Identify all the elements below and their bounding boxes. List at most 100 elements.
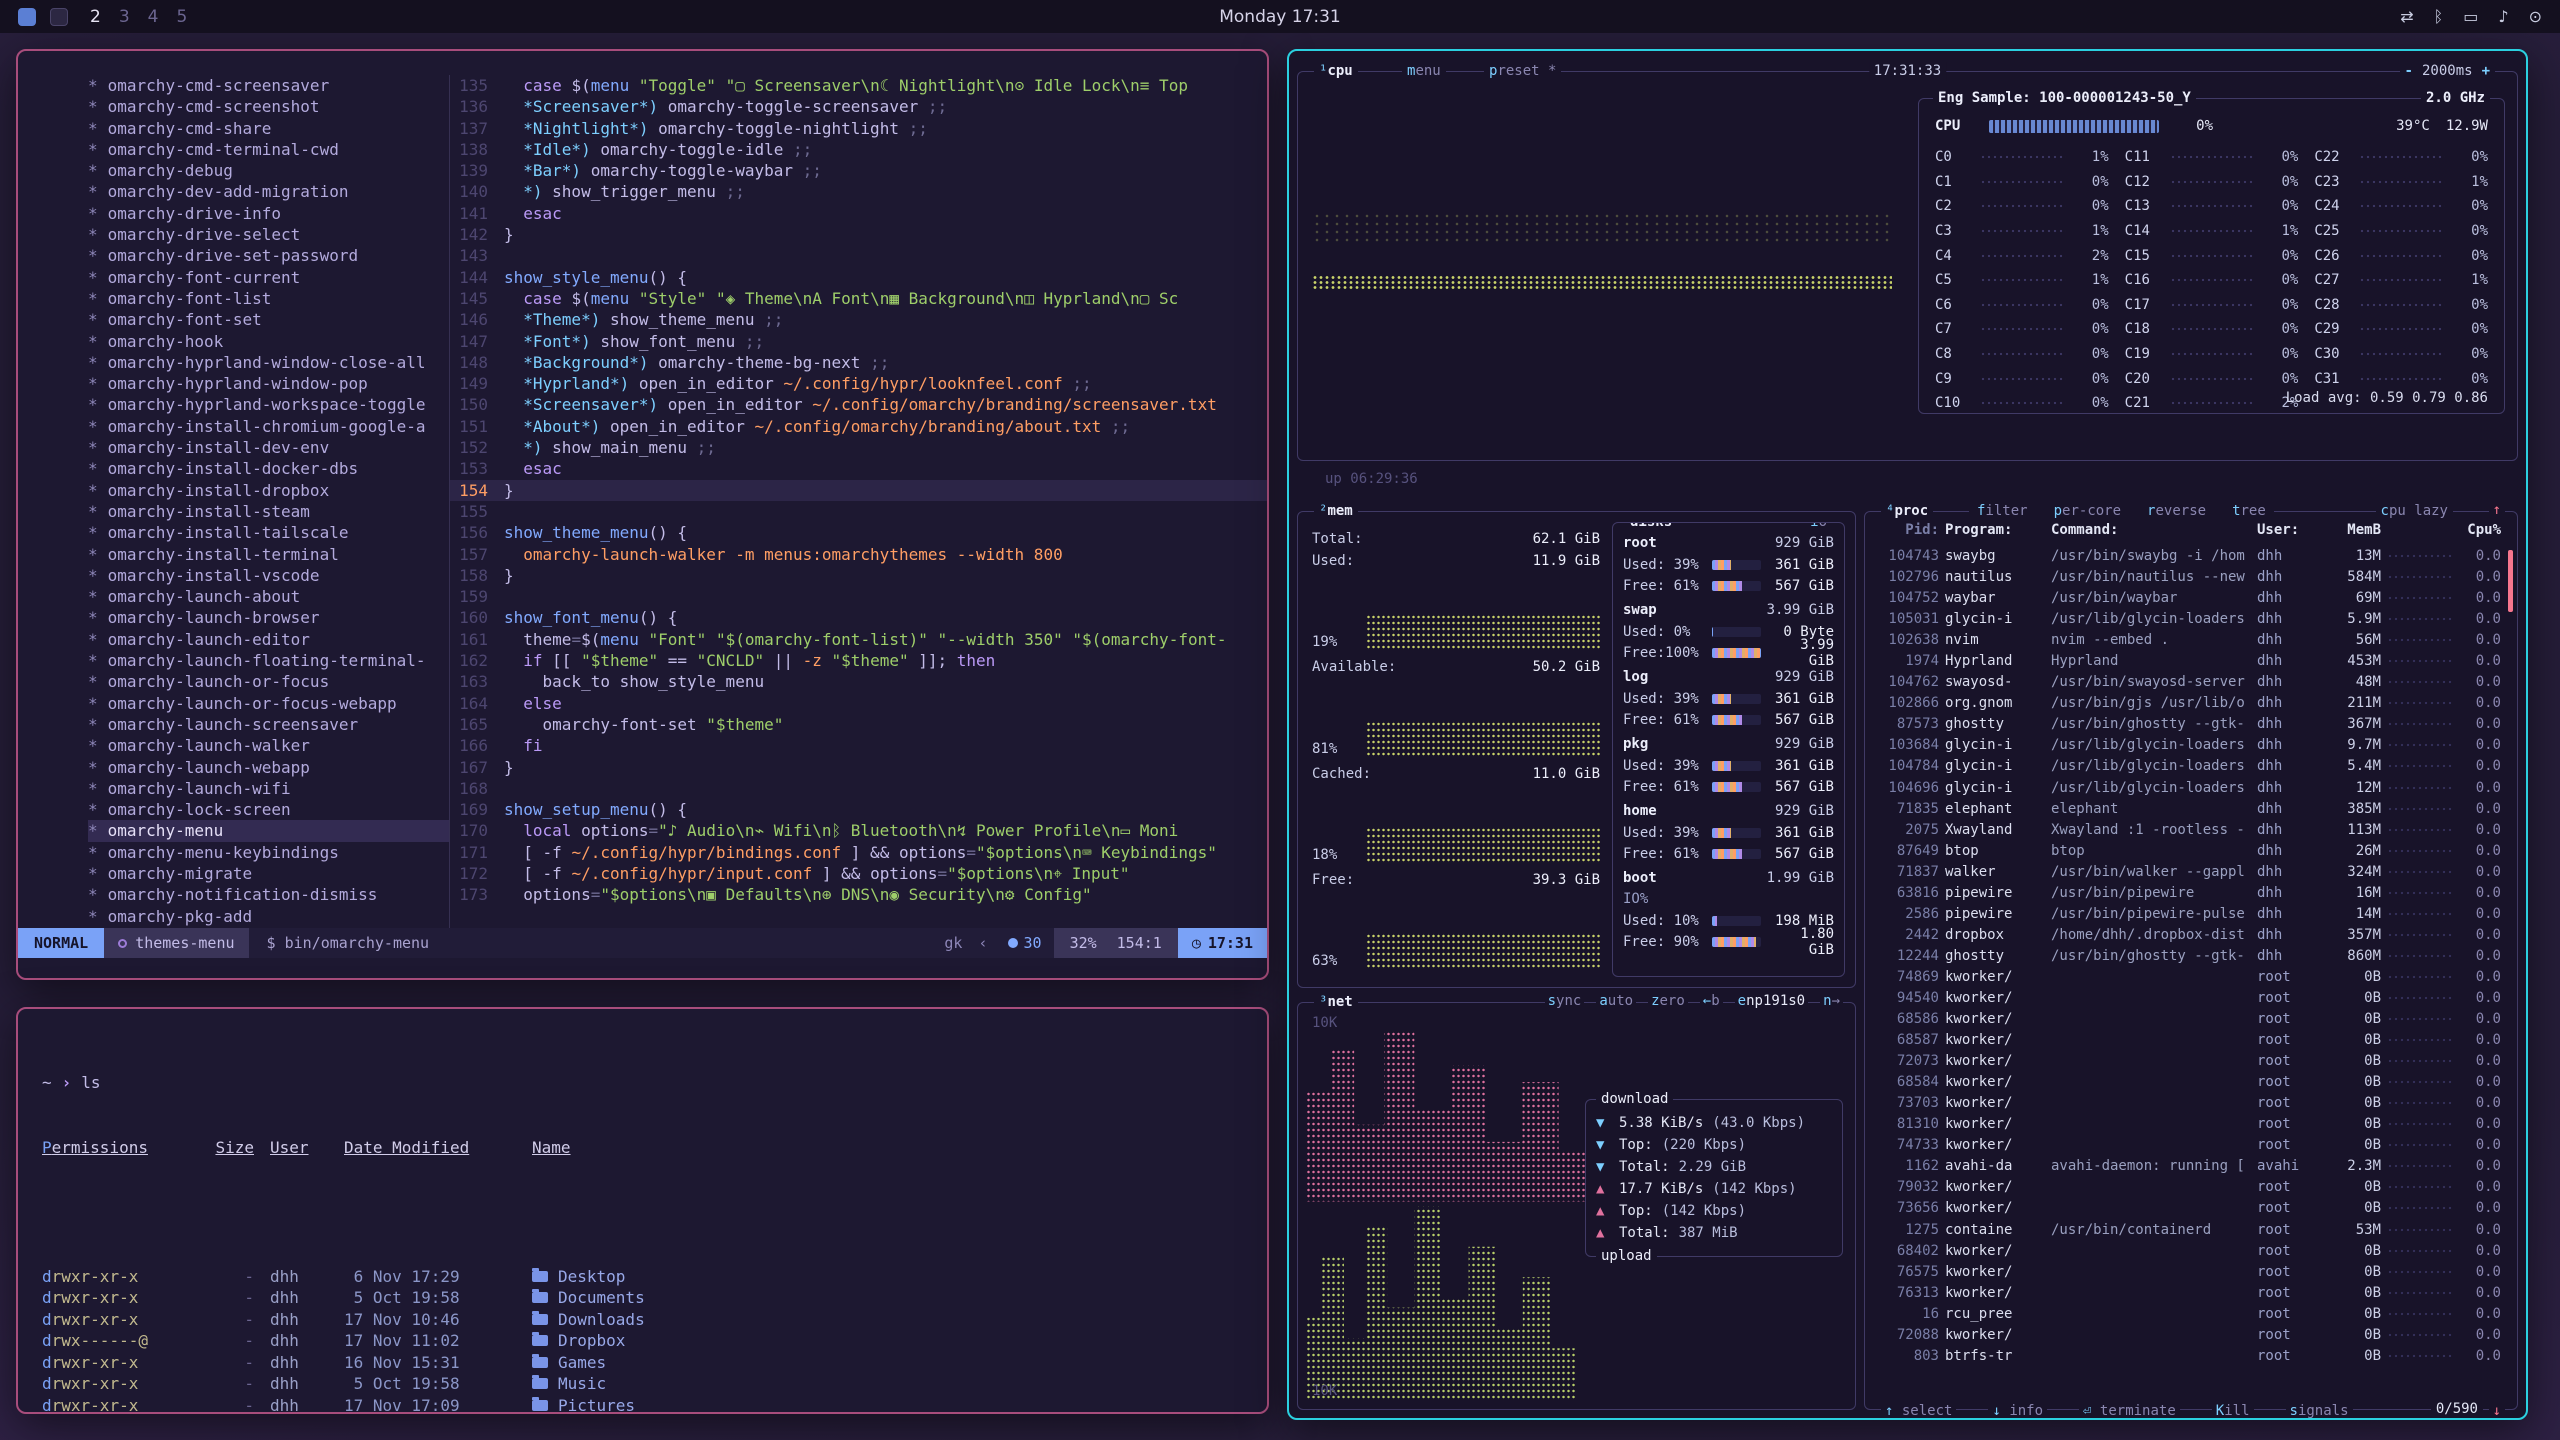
file-item[interactable]: *omarchy-launch-webapp bbox=[88, 757, 449, 778]
file-item[interactable]: *omarchy-install-docker-dbs bbox=[88, 458, 449, 479]
process-row[interactable]: 81310 kworker/ root 0B 0.0 bbox=[1875, 1114, 2501, 1135]
process-row[interactable]: 102866 org.gnom /usr/bin/gjs /usr/lib/o … bbox=[1875, 693, 2501, 714]
volume-icon[interactable]: ♪ bbox=[2498, 7, 2508, 26]
file-item[interactable]: *omarchy-font-set bbox=[88, 309, 449, 330]
file-item[interactable]: *omarchy-install-tailscale bbox=[88, 522, 449, 543]
net-option[interactable]: enp191s0 bbox=[1735, 993, 1808, 1009]
process-row[interactable]: 76313 kworker/ root 0B 0.0 bbox=[1875, 1283, 2501, 1304]
sort-mode[interactable]: cpu lazy bbox=[2376, 502, 2453, 521]
workspace-button[interactable]: 5 bbox=[176, 7, 187, 27]
header-program[interactable]: Program: bbox=[1945, 520, 2045, 542]
file-item[interactable]: *omarchy-launch-or-focus-webapp bbox=[88, 693, 449, 714]
process-row[interactable]: 104696 glycin-i /usr/lib/glycin-loaders … bbox=[1875, 778, 2501, 799]
net-option[interactable]: n→ bbox=[1820, 993, 1843, 1009]
power-icon[interactable]: ⊙ bbox=[2529, 7, 2542, 26]
header-memb[interactable]: MemB bbox=[2323, 520, 2381, 542]
file-item[interactable]: *omarchy-install-dropbox bbox=[88, 480, 449, 501]
process-row[interactable]: 2442 dropbox /home/dhh/.dropbox-dist dhh… bbox=[1875, 925, 2501, 946]
process-row[interactable]: 105031 glycin-i /usr/lib/glycin-loaders … bbox=[1875, 609, 2501, 630]
file-item[interactable]: *omarchy-hook bbox=[88, 331, 449, 352]
file-item[interactable]: *omarchy-install-vscode bbox=[88, 565, 449, 586]
file-item[interactable]: *omarchy-font-current bbox=[88, 267, 449, 288]
decrease-interval-button[interactable]: - bbox=[2405, 62, 2413, 81]
process-row[interactable]: 104762 swayosd- /usr/bin/swayosd-server … bbox=[1875, 672, 2501, 693]
proc-action-key[interactable]: signals bbox=[2286, 1403, 2353, 1419]
preset-button[interactable]: preset * bbox=[1484, 62, 1561, 81]
process-row[interactable]: 72073 kworker/ root 0B 0.0 bbox=[1875, 1051, 2501, 1072]
process-row[interactable]: 104784 glycin-i /usr/lib/glycin-loaders … bbox=[1875, 756, 2501, 777]
process-row[interactable]: 1162 avahi-da avahi-daemon: running [ av… bbox=[1875, 1156, 2501, 1177]
file-item[interactable]: *omarchy-hyprland-window-close-all bbox=[88, 352, 449, 373]
process-row[interactable]: 74869 kworker/ root 0B 0.0 bbox=[1875, 967, 2501, 988]
net-option[interactable]: ←b bbox=[1700, 993, 1723, 1009]
file-item[interactable]: *omarchy-launch-walker bbox=[88, 735, 449, 756]
net-option[interactable]: auto bbox=[1596, 993, 1636, 1009]
increase-interval-button[interactable]: + bbox=[2482, 62, 2490, 81]
scroll-down-icon[interactable]: ↓ bbox=[2489, 1403, 2505, 1419]
header-user[interactable]: User: bbox=[2257, 520, 2317, 542]
file-item[interactable]: *omarchy-launch-wifi bbox=[88, 778, 449, 799]
file-item[interactable]: *omarchy-migrate bbox=[88, 863, 449, 884]
file-item[interactable]: *omarchy-install-terminal bbox=[88, 544, 449, 565]
process-row[interactable]: 79032 kworker/ root 0B 0.0 bbox=[1875, 1177, 2501, 1198]
workspace-button[interactable]: 3 bbox=[119, 7, 130, 27]
process-row[interactable]: 1275 containe /usr/bin/containerd root 5… bbox=[1875, 1220, 2501, 1241]
scrollbar-thumb[interactable] bbox=[2508, 550, 2513, 612]
file-item[interactable]: *omarchy-launch-screensaver bbox=[88, 714, 449, 735]
net-option[interactable]: sync bbox=[1545, 993, 1585, 1009]
file-item[interactable]: *omarchy-debug bbox=[88, 160, 449, 181]
code-editor[interactable]: 135 case $(menu "Toggle" "▢ Screensaver\… bbox=[450, 75, 1267, 932]
process-row[interactable]: 74733 kworker/ root 0B 0.0 bbox=[1875, 1135, 2501, 1156]
file-item[interactable]: *omarchy-cmd-screensaver bbox=[88, 75, 449, 96]
process-row[interactable]: 103684 glycin-i /usr/lib/glycin-loaders … bbox=[1875, 735, 2501, 756]
net-option[interactable]: zero bbox=[1648, 993, 1688, 1009]
file-item[interactable]: *omarchy-launch-floating-terminal- bbox=[88, 650, 449, 671]
file-item[interactable]: *omarchy-pkg-add bbox=[88, 906, 449, 927]
file-item[interactable]: *omarchy-install-dev-env bbox=[88, 437, 449, 458]
file-item[interactable]: *omarchy-cmd-terminal-cwd bbox=[88, 139, 449, 160]
process-row[interactable]: 68586 kworker/ root 0B 0.0 bbox=[1875, 1009, 2501, 1030]
terminal-window[interactable]: ~ › ls Permissions Size User Date Modifi… bbox=[16, 1007, 1269, 1414]
process-row[interactable]: 71835 elephant elephant dhh 385M 0.0 bbox=[1875, 799, 2501, 820]
proc-option[interactable]: per-core bbox=[2051, 502, 2124, 521]
process-row[interactable]: 68402 kworker/ root 0B 0.0 bbox=[1875, 1241, 2501, 1262]
process-row[interactable]: 2586 pipewire /usr/bin/pipewire-pulse dh… bbox=[1875, 904, 2501, 925]
process-row[interactable]: 2075 Xwayland Xwayland :1 -rootless - dh… bbox=[1875, 820, 2501, 841]
process-row[interactable]: 73703 kworker/ root 0B 0.0 bbox=[1875, 1093, 2501, 1114]
proc-action-key[interactable]: Kill bbox=[2212, 1403, 2254, 1419]
file-item[interactable]: *omarchy-launch-about bbox=[88, 586, 449, 607]
process-row[interactable]: 63816 pipewire /usr/bin/pipewire dhh 16M… bbox=[1875, 883, 2501, 904]
process-row[interactable]: 87649 btop btop dhh 26M 0.0 bbox=[1875, 841, 2501, 862]
proc-option[interactable]: reverse bbox=[2144, 502, 2209, 521]
menu-button[interactable]: menu bbox=[1402, 62, 1446, 81]
header-pid[interactable]: Pid: bbox=[1875, 520, 1939, 542]
proc-option[interactable]: filter bbox=[1974, 502, 2031, 521]
process-row[interactable]: 73656 kworker/ root 0B 0.0 bbox=[1875, 1198, 2501, 1219]
proc-action-key[interactable]: ↑ select bbox=[1881, 1403, 1956, 1419]
file-item[interactable]: *omarchy-notification-dismiss bbox=[88, 884, 449, 905]
scroll-up-icon[interactable]: ↑ bbox=[2489, 502, 2505, 518]
process-row[interactable]: 68587 kworker/ root 0B 0.0 bbox=[1875, 1030, 2501, 1051]
file-item[interactable]: *omarchy-drive-select bbox=[88, 224, 449, 245]
bluetooth-icon[interactable]: ᛒ bbox=[2434, 7, 2444, 26]
file-item[interactable]: *omarchy-cmd-screenshot bbox=[88, 96, 449, 117]
file-item[interactable]: *omarchy-menu-keybindings bbox=[88, 842, 449, 863]
file-item[interactable]: *omarchy-launch-browser bbox=[88, 607, 449, 628]
process-row[interactable]: 68584 kworker/ root 0B 0.0 bbox=[1875, 1072, 2501, 1093]
file-item[interactable]: *omarchy-font-list bbox=[88, 288, 449, 309]
process-row[interactable]: 104743 swaybg /usr/bin/swaybg -i /hom dh… bbox=[1875, 546, 2501, 567]
file-item[interactable]: *omarchy-lock-screen bbox=[88, 799, 449, 820]
file-item[interactable]: *omarchy-cmd-share bbox=[88, 118, 449, 139]
file-item[interactable]: *omarchy-hyprland-workspace-toggle bbox=[88, 394, 449, 415]
file-item[interactable]: *omarchy-drive-set-password bbox=[88, 245, 449, 266]
file-item[interactable]: *omarchy-drive-info bbox=[88, 203, 449, 224]
process-row[interactable]: 72088 kworker/ root 0B 0.0 bbox=[1875, 1325, 2501, 1346]
workspace-button[interactable]: 2 bbox=[90, 7, 101, 27]
file-item[interactable]: *omarchy-launch-or-focus bbox=[88, 671, 449, 692]
workspace-button[interactable]: 4 bbox=[148, 7, 159, 27]
process-row[interactable]: 87573 ghostty /usr/bin/ghostty --gtk- dh… bbox=[1875, 714, 2501, 735]
process-row[interactable]: 104752 waybar /usr/bin/waybar dhh 69M 0.… bbox=[1875, 588, 2501, 609]
process-row[interactable]: 1974 Hyprland Hyprland dhh 453M 0.0 bbox=[1875, 651, 2501, 672]
proc-option[interactable]: tree bbox=[2229, 502, 2269, 521]
app-icon[interactable] bbox=[50, 8, 68, 26]
